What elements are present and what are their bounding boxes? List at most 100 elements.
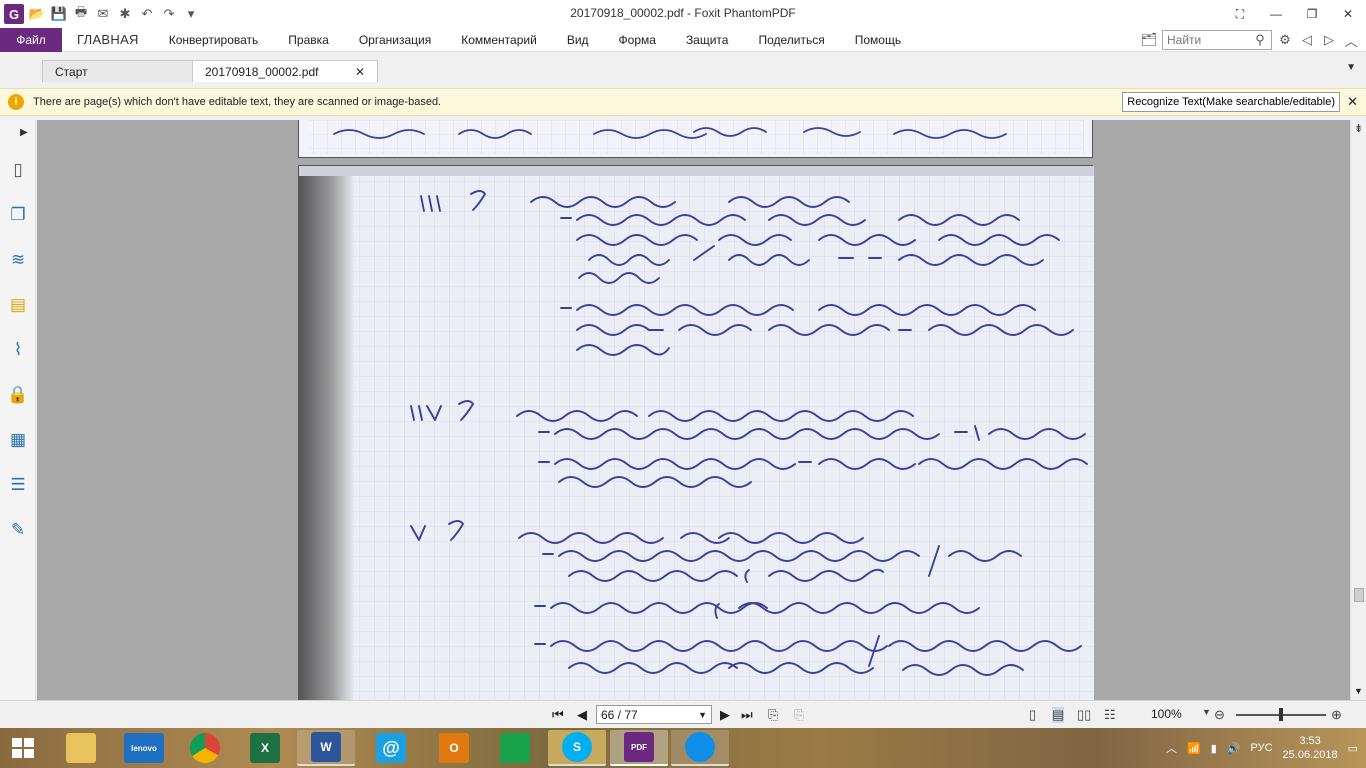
open-folder-icon[interactable]: 📂 <box>28 5 46 23</box>
close-icon[interactable]: ✕ <box>355 65 365 79</box>
extract-page-icon[interactable]: ⎘ <box>794 707 804 723</box>
status-bar: ⏮ ◀ 66 / 77 ▼ ▶ ⏭ ⎘ ⎘ ▯ ▤ ▯▯ ☷ 100% ▼ ⊖ … <box>0 700 1366 728</box>
search-icon[interactable]: ⚲ <box>1253 32 1267 48</box>
windows-start-icon[interactable] <box>8 734 38 762</box>
menu-file[interactable]: Файл <box>0 27 62 52</box>
store-icon <box>500 733 530 763</box>
tab-document[interactable]: 20170918_00002.pdf ✕ <box>192 60 378 82</box>
first-page-icon[interactable]: ⏮ <box>552 707 564 723</box>
attachment-icon[interactable]: ⌇ <box>6 338 30 362</box>
single-page-icon[interactable]: ▯ <box>1029 707 1036 723</box>
clock-date: 25.06.2018 <box>1282 749 1338 761</box>
menu-help[interactable]: Помощь <box>840 28 916 52</box>
notifications-icon[interactable]: ▭ <box>1348 742 1358 755</box>
redo-icon[interactable]: ↷ <box>160 5 178 23</box>
menu-home[interactable]: ГЛАВНАЯ <box>62 28 154 52</box>
zoom-in-icon[interactable]: ⊕ <box>1331 707 1342 723</box>
next-page-icon[interactable]: ▶ <box>720 707 730 723</box>
search-input[interactable] <box>1167 33 1253 47</box>
print-icon[interactable]: 🖶 <box>72 4 90 23</box>
chevron-down-icon[interactable]: ▼ <box>1346 62 1356 73</box>
email-icon[interactable]: ✉ <box>94 5 112 23</box>
lock-icon[interactable]: 🔒 <box>6 383 30 407</box>
content-icon[interactable]: ☰ <box>6 473 30 497</box>
facing-page-icon[interactable]: ▯▯ <box>1077 707 1091 723</box>
taskbar-skype[interactable]: S <box>548 730 606 766</box>
recognize-text-button[interactable]: Recognize Text(Make searchable/editable) <box>1122 92 1340 112</box>
page-number-field[interactable]: 66 / 77 ▼ <box>596 705 712 724</box>
menu-organize[interactable]: Организация <box>344 28 446 52</box>
back-icon[interactable]: ◁ <box>1298 32 1316 48</box>
taskbar-lenovo[interactable]: lenovo <box>115 730 173 766</box>
expand-panel-icon[interactable]: ▶ <box>20 127 28 138</box>
undo-icon[interactable]: ↶ <box>138 5 156 23</box>
split-view-icon[interactable]: ⇟ <box>1354 122 1363 135</box>
chevron-down-icon[interactable]: ▼ <box>698 710 707 720</box>
taskbar-word[interactable]: W <box>297 730 355 766</box>
chevron-down-icon[interactable]: ▼ <box>1202 707 1211 717</box>
forward-icon[interactable]: ▷ <box>1320 32 1338 48</box>
pages-icon[interactable]: ❐ <box>6 203 30 227</box>
zoom-level[interactable]: 100% <box>1151 707 1182 721</box>
show-hidden-icons-icon[interactable]: ︿ <box>1166 740 1177 756</box>
menu-edit[interactable]: Правка <box>273 28 344 52</box>
menu-convert[interactable]: Конвертировать <box>154 28 274 52</box>
restore-button[interactable]: ❐ <box>1294 0 1330 28</box>
continuous-page-icon[interactable]: ▤ <box>1052 707 1065 723</box>
page-number: 66 / 77 <box>601 707 638 722</box>
taskbar-excel[interactable]: X <box>236 730 294 766</box>
taskbar-mail[interactable]: @ <box>362 730 420 766</box>
taskbar-store[interactable] <box>486 730 544 766</box>
taskbar-foxit[interactable]: PDF <box>610 730 668 766</box>
volume-icon[interactable]: 🔊 <box>1227 742 1241 755</box>
ribbon-toggle-icon[interactable]: ⛶ <box>1222 0 1258 28</box>
menu-view[interactable]: Вид <box>552 28 604 52</box>
search-area: 🗂 ⚲ ⚙ ◁ ▷ ︿ <box>1140 28 1366 52</box>
clock[interactable]: 3:53 25.06.2018 <box>1283 734 1338 762</box>
page-thumbnail-icon[interactable]: ▯ <box>6 158 30 182</box>
quick-access-toolbar: G 📂 💾 🖶 ✉ ✱ ↶ ↷ ▾ <box>0 4 200 24</box>
document-view[interactable] <box>37 120 1350 700</box>
layers-icon[interactable]: ≋ <box>6 248 30 272</box>
search-box: ⚲ <box>1162 30 1272 50</box>
battery-icon[interactable]: ▮ <box>1211 742 1217 755</box>
minimize-button[interactable]: — <box>1258 0 1294 28</box>
previous-page-icon[interactable]: ◀ <box>577 707 587 723</box>
signature-icon[interactable]: ✎ <box>6 518 30 542</box>
menu-bar: Файл ГЛАВНАЯ Конвертировать Правка Орган… <box>0 27 1366 52</box>
menu-form[interactable]: Форма <box>604 28 671 52</box>
collapse-ribbon-icon[interactable]: ︿ <box>1342 31 1360 50</box>
menu-share[interactable]: Поделиться <box>743 28 839 52</box>
taskbar-file-explorer[interactable] <box>52 730 110 766</box>
tab-start[interactable]: Старт <box>42 60 194 82</box>
customize-icon[interactable]: ▾ <box>182 5 200 23</box>
scrollbar-thumb[interactable] <box>1354 588 1364 602</box>
scanned-handwriting-image <box>299 166 1094 700</box>
folder-icon <box>66 733 96 763</box>
foxit-logo-icon[interactable]: G <box>4 4 24 24</box>
taskbar-outlook[interactable]: O <box>425 730 483 766</box>
continuous-facing-icon[interactable]: ☷ <box>1104 707 1116 723</box>
vertical-scrollbar[interactable]: ⇟ ▼ <box>1350 120 1366 700</box>
menu-protect[interactable]: Защита <box>671 28 744 52</box>
taskbar-teamviewer[interactable] <box>671 730 729 766</box>
menu-comment[interactable]: Комментарий <box>446 28 552 52</box>
taskbar-chrome[interactable] <box>176 730 234 766</box>
insert-page-icon[interactable]: ⎘ <box>768 707 778 723</box>
save-icon[interactable]: 💾 <box>50 5 68 23</box>
close-icon[interactable]: ✕ <box>1347 94 1358 110</box>
network-icon[interactable]: 📶 <box>1187 742 1201 755</box>
comments-icon[interactable]: ▤ <box>6 293 30 317</box>
scroll-down-icon[interactable]: ▼ <box>1354 686 1363 696</box>
document-properties-icon[interactable]: ▦ <box>6 428 30 452</box>
gear-icon[interactable]: ⚙ <box>1276 32 1294 48</box>
last-page-icon[interactable]: ⏭ <box>741 707 753 723</box>
language-indicator[interactable]: РУС <box>1251 742 1273 754</box>
zoom-out-icon[interactable]: ⊖ <box>1214 707 1225 723</box>
zoom-slider-thumb[interactable] <box>1279 708 1283 721</box>
system-tray: ︿ 📶 ▮ 🔊 РУС 3:53 25.06.2018 ▭ <box>1166 732 1358 764</box>
folder-search-icon[interactable]: 🗂 <box>1140 32 1158 48</box>
new-icon[interactable]: ✱ <box>116 5 134 23</box>
outlook-icon: O <box>439 733 469 763</box>
close-button[interactable]: ✕ <box>1330 0 1366 28</box>
